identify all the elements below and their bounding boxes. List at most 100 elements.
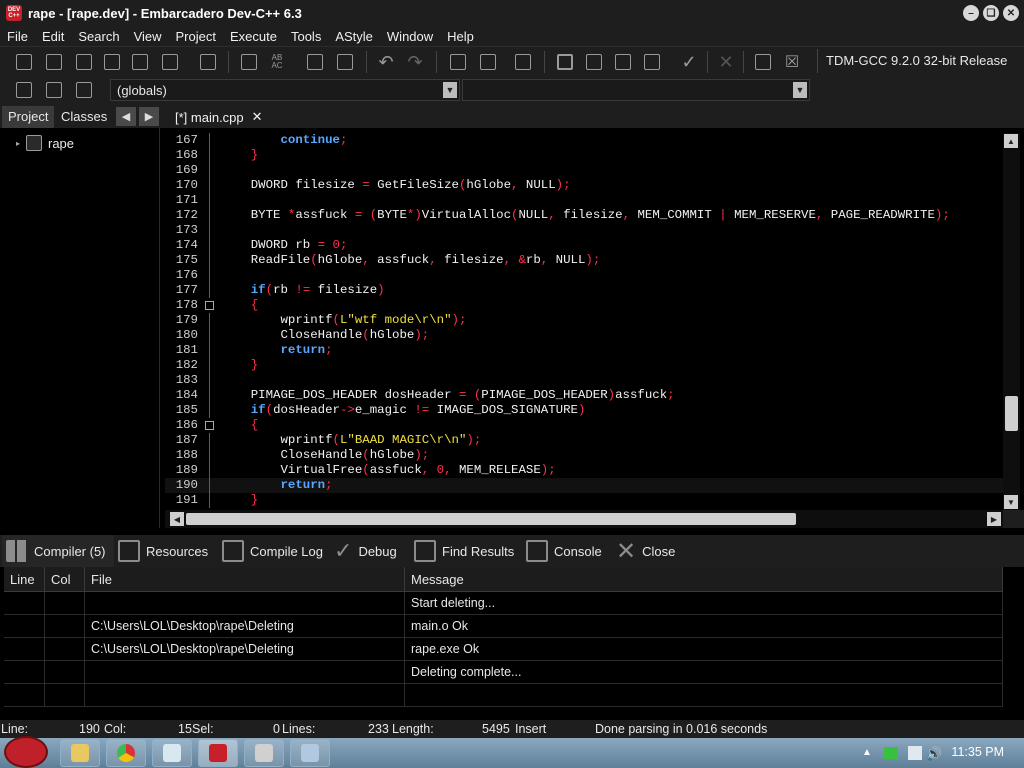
chevron-down-icon[interactable]: ▼ [793, 82, 807, 98]
fold-toggle-icon[interactable] [205, 421, 214, 430]
column-header-file[interactable]: File [85, 567, 405, 592]
tab-compile-log[interactable]: Compile Log [218, 535, 330, 567]
taskbar-chrome[interactable] [106, 739, 146, 767]
comment-button[interactable] [511, 51, 535, 73]
tab-resources[interactable]: Resources [114, 535, 218, 567]
cell-file[interactable] [85, 592, 405, 615]
close-panel-button[interactable]: ✕ Close [612, 535, 692, 567]
scroll-left-button[interactable]: ◀ [170, 512, 184, 526]
code-line[interactable]: 170 DWORD filesize = GetFileSize(hGlobe,… [165, 178, 1003, 193]
editor-tab-main-cpp[interactable]: [*] main.cpp ✕ [167, 106, 271, 128]
stop-execution-button[interactable]: ✕ [714, 51, 738, 73]
battery-icon[interactable] [884, 747, 898, 759]
cell-col[interactable] [45, 615, 85, 638]
cell-message[interactable]: rape.exe Ok [405, 638, 1003, 661]
save-button[interactable] [72, 51, 96, 73]
menu-help[interactable]: Help [440, 29, 481, 44]
cell-file[interactable]: C:\Users\LOL\Desktop\rape\Deleting [85, 615, 405, 638]
close-window-button[interactable]: ✕ [1003, 5, 1019, 21]
column-header-line[interactable]: Line [4, 567, 45, 592]
code-line[interactable]: 184 PIMAGE_DOS_HEADER dosHeader = (PIMAG… [165, 388, 1003, 403]
vertical-scroll-thumb[interactable] [1005, 396, 1018, 431]
code-line[interactable]: 188 CloseHandle(hGlobe); [165, 448, 1003, 463]
cell-col[interactable] [45, 592, 85, 615]
cell-message[interactable]: Deleting complete... [405, 661, 1003, 684]
cell-line[interactable] [4, 592, 45, 615]
taskbar-window[interactable] [290, 739, 330, 767]
print-button[interactable] [196, 51, 220, 73]
run-button[interactable] [582, 51, 606, 73]
redo-button[interactable]: ↷ [403, 51, 427, 73]
delete-profile-button[interactable]: ☒ [780, 51, 804, 73]
scroll-down-button[interactable]: ▼ [1004, 495, 1018, 509]
syntax-check-button[interactable]: ✓ [677, 51, 701, 73]
undo-button[interactable]: ↶ [374, 51, 398, 73]
code-line[interactable]: 179 wprintf(L"wtf mode\r\n"); [165, 313, 1003, 328]
start-button[interactable] [4, 736, 48, 768]
close-file-button[interactable] [128, 51, 152, 73]
taskbar-explorer[interactable] [60, 739, 100, 767]
code-line[interactable]: 190 return; [165, 478, 1003, 493]
cell-line[interactable] [4, 684, 45, 707]
code-line[interactable]: 181 return; [165, 343, 1003, 358]
taskbar-notepad[interactable] [152, 739, 192, 767]
scroll-right-button[interactable]: ▶ [987, 512, 1001, 526]
code-line[interactable]: 174 DWORD rb = 0; [165, 238, 1003, 253]
tab-scroll-right-button[interactable]: ▶ [139, 107, 159, 126]
tree-item-project-root[interactable]: ▸ rape [16, 135, 74, 151]
menu-astyle[interactable]: AStyle [328, 29, 380, 44]
cell-line[interactable] [4, 661, 45, 684]
column-header-col[interactable]: Col [45, 567, 85, 592]
cell-message[interactable]: Start deleting... [405, 592, 1003, 615]
editor-vertical-scrollbar[interactable]: ▲ ▼ [1003, 133, 1020, 510]
editor-horizontal-scrollbar[interactable]: ◀ ▶ [165, 510, 1003, 528]
tab-console[interactable]: Console [522, 535, 612, 567]
close-all-button[interactable] [158, 51, 182, 73]
menu-view[interactable]: View [127, 29, 169, 44]
toggle-bookmark-button[interactable] [42, 79, 66, 101]
tab-compiler[interactable]: Compiler (5) [2, 535, 114, 567]
horizontal-scroll-thumb[interactable] [186, 513, 796, 525]
code-line[interactable]: 178 { [165, 298, 1003, 313]
profile-button[interactable] [751, 51, 775, 73]
cell-line[interactable] [4, 615, 45, 638]
code-line[interactable]: 168 } [165, 148, 1003, 163]
code-line[interactable]: 187 wprintf(L"BAAD MAGIC\r\n"); [165, 433, 1003, 448]
new-project-button[interactable] [446, 51, 470, 73]
compiler-set-select[interactable]: TDM-GCC 9.2.0 32-bit Release [817, 49, 1024, 73]
menu-tools[interactable]: Tools [284, 29, 328, 44]
code-line[interactable]: 176 [165, 268, 1003, 283]
restore-button[interactable]: ❏ [983, 5, 999, 21]
scope-combo[interactable]: (globals) ▼ [110, 79, 460, 101]
menu-file[interactable]: File [0, 29, 35, 44]
save-all-button[interactable] [100, 51, 124, 73]
code-editor[interactable]: 167 continue; 168 } 169 170 DWORD filesize … [165, 133, 1003, 510]
indent-button[interactable] [303, 51, 327, 73]
taskbar-app[interactable] [244, 739, 284, 767]
menu-project[interactable]: Project [169, 29, 223, 44]
cell-col[interactable] [45, 638, 85, 661]
tab-find-results[interactable]: Find Results [410, 535, 522, 567]
menu-window[interactable]: Window [380, 29, 440, 44]
code-line[interactable]: 175 ReadFile(hGlobe, assfuck, filesize, … [165, 253, 1003, 268]
bookmark-list-button[interactable] [72, 79, 96, 101]
menu-search[interactable]: Search [71, 29, 126, 44]
code-line[interactable]: 191 } [165, 493, 1003, 508]
code-line[interactable]: 186 { [165, 418, 1003, 433]
cell-message[interactable] [405, 684, 1003, 707]
rebuild-all-button[interactable] [640, 51, 664, 73]
replace-button[interactable]: AB AC [265, 51, 289, 73]
tab-debug[interactable]: ✓ Debug [330, 535, 410, 567]
open-button[interactable] [42, 51, 66, 73]
menu-edit[interactable]: Edit [35, 29, 71, 44]
new-file-button[interactable] [12, 51, 36, 73]
taskbar-devcpp[interactable] [198, 739, 238, 767]
code-line[interactable]: 177 if(rb != filesize) [165, 283, 1003, 298]
scroll-up-button[interactable]: ▲ [1004, 134, 1018, 148]
cell-col[interactable] [45, 661, 85, 684]
taskbar-clock[interactable]: 11:35 PM [951, 745, 1004, 759]
code-line[interactable]: 167 continue; [165, 133, 1003, 148]
member-combo[interactable]: ▼ [462, 79, 810, 101]
code-line[interactable]: 189 VirtualFree(assfuck, 0, MEM_RELEASE)… [165, 463, 1003, 478]
tab-classes[interactable]: Classes [55, 106, 113, 128]
